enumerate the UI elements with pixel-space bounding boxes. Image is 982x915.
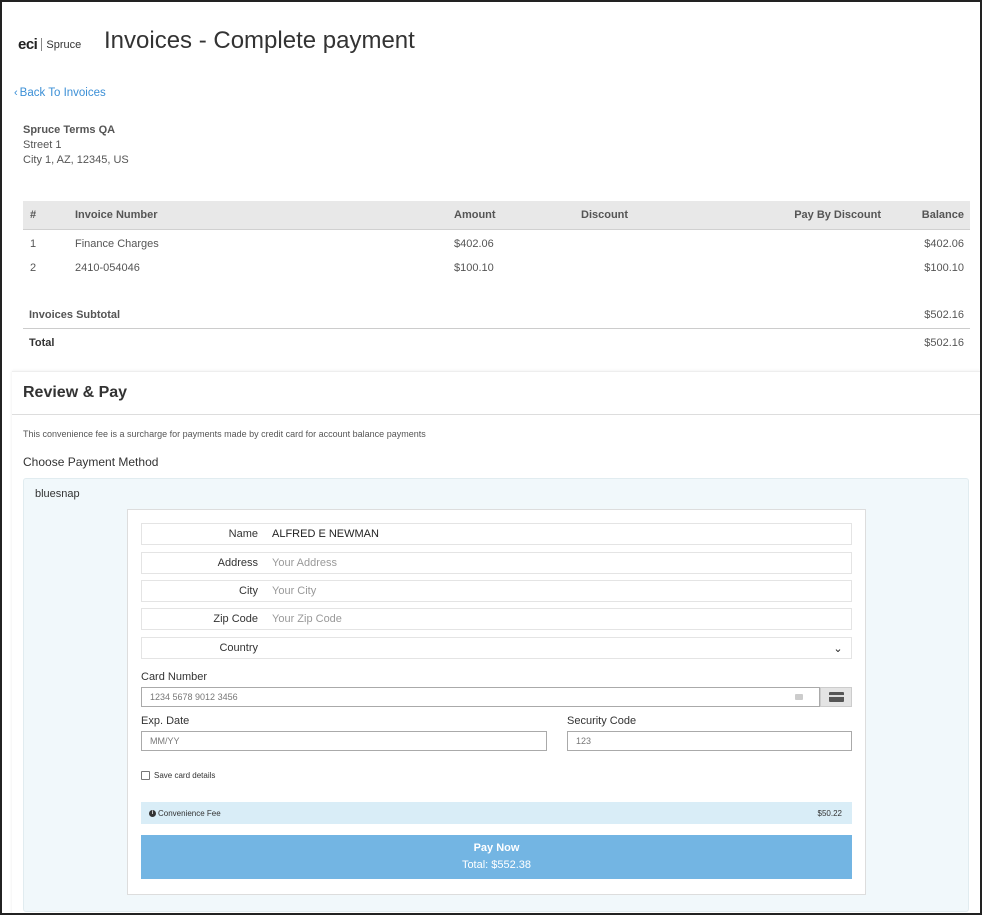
name-label: Name [228, 528, 258, 540]
cell-invoice-number: Finance Charges [75, 238, 159, 251]
city-field[interactable]: City Your City [141, 580, 852, 602]
customer-address: Spruce Terms QA Street 1 City 1, AZ, 123… [23, 123, 129, 168]
city-label: City [239, 585, 258, 597]
exp-date-label: Exp. Date [141, 715, 190, 727]
cell-balance: $100.10 [924, 262, 964, 274]
totals-section: Invoices Subtotal $502.16 Total $502.16 [23, 302, 970, 356]
invoice-table: # Invoice Number Amount Discount Pay By … [23, 201, 970, 281]
address-input[interactable]: Your Address [272, 557, 851, 569]
col-header-discount: Discount [581, 201, 761, 230]
cell-discount [581, 229, 761, 255]
zip-code-input[interactable]: Your Zip Code [272, 613, 851, 625]
convenience-fee-bar: i Convenience Fee $50.22 [141, 802, 852, 824]
convenience-fee-note: This convenience fee is a surcharge for … [23, 429, 426, 439]
credit-card-icon [828, 692, 844, 702]
choose-payment-method-label: Choose Payment Method [23, 455, 159, 469]
customer-street: Street 1 [23, 139, 62, 151]
cell-discount [581, 255, 761, 281]
zip-code-label: Zip Code [213, 613, 258, 625]
address-label: Address [217, 557, 258, 569]
table-header-row: # Invoice Number Amount Discount Pay By … [23, 201, 970, 230]
cell-invoice-number: 2410-054046 [75, 262, 140, 274]
security-code-placeholder: 123 [576, 736, 592, 746]
payment-method-bluesnap: bluesnap Name ALFRED E NEWMAN Address Yo… [23, 478, 969, 912]
total-value: $502.16 [924, 336, 964, 349]
logo-divider [41, 38, 43, 51]
chevron-down-icon[interactable]: ⌄ [831, 642, 845, 655]
cell-number: 2 [30, 262, 37, 274]
name-field[interactable]: Name ALFRED E NEWMAN [141, 523, 852, 545]
security-code-input[interactable]: 123 [567, 731, 852, 751]
card-number-input[interactable]: 1234 5678 9012 3456 [141, 687, 820, 707]
save-card-checkbox[interactable]: Save card details [141, 771, 215, 780]
security-code-label: Security Code [567, 715, 637, 727]
card-number-label: Card Number [141, 671, 208, 683]
checkbox-icon[interactable] [141, 771, 150, 780]
pay-now-label: Pay Now [473, 842, 520, 854]
table-row: 1 Finance Charges $402.06 $402.06 [23, 229, 970, 255]
cell-balance: $402.06 [924, 238, 964, 251]
country-label: Country [219, 642, 258, 654]
save-card-label: Save card details [154, 771, 216, 780]
exp-date-placeholder: MM/YY [150, 736, 180, 746]
divider [12, 414, 980, 415]
address-field[interactable]: Address Your Address [141, 552, 852, 574]
customer-name: Spruce Terms QA [23, 124, 116, 136]
convenience-fee-label: Convenience Fee [158, 808, 221, 818]
total-row: Total $502.16 [23, 329, 970, 356]
back-link-label: Back To Invoices [19, 87, 106, 99]
col-header-pay-by-discount: Pay By Discount [761, 201, 881, 230]
review-pay-panel: Review & Pay This convenience fee is a s… [12, 371, 980, 913]
cell-amount: $402.06 [454, 238, 494, 251]
col-header-balance: Balance [881, 201, 970, 230]
card-icon-button[interactable] [820, 687, 852, 707]
eci-spruce-logo: eci Spruce [18, 36, 81, 53]
cell-pay-by-discount [761, 229, 881, 255]
pay-now-total: Total: $552.38 [461, 859, 532, 871]
convenience-fee-value: $50.22 [817, 808, 842, 818]
subtotal-row: Invoices Subtotal $502.16 [23, 302, 970, 329]
card-type-icon [795, 694, 803, 700]
pay-now-button[interactable]: Pay Now Total: $552.38 [141, 835, 852, 879]
subtotal-value: $502.16 [924, 309, 964, 321]
info-icon: i [149, 809, 156, 817]
total-label: Total [29, 336, 55, 349]
page-title: Invoices - Complete payment [104, 27, 415, 54]
zip-code-field[interactable]: Zip Code Your Zip Code [141, 608, 852, 630]
col-header-amount: Amount [454, 201, 581, 230]
payment-method-name: bluesnap [35, 488, 80, 500]
chevron-left-icon: ‹ [14, 87, 18, 99]
country-select[interactable]: Country ⌄ [141, 637, 852, 659]
col-header-invoice-number: Invoice Number [75, 201, 454, 230]
app-window: eci Spruce Invoices - Complete payment ‹… [0, 0, 982, 915]
name-value[interactable]: ALFRED E NEWMAN [272, 528, 851, 540]
cell-number: 1 [30, 238, 37, 251]
back-to-invoices-link[interactable]: ‹ Back To Invoices [14, 87, 106, 99]
cell-pay-by-discount [761, 255, 881, 281]
payment-form: Name ALFRED E NEWMAN Address Your Addres… [127, 509, 866, 895]
table-row: 2 2410-054046 $100.10 $100.10 [23, 255, 970, 281]
cell-amount: $100.10 [454, 262, 494, 274]
review-pay-title: Review & Pay [23, 384, 128, 401]
logo-eci-text: eci [18, 36, 38, 53]
col-header-number: # [23, 201, 75, 230]
subtotal-label: Invoices Subtotal [29, 309, 121, 321]
customer-city-line: City 1, AZ, 12345, US [23, 154, 129, 166]
card-number-placeholder: 1234 5678 9012 3456 [150, 692, 238, 702]
exp-date-input[interactable]: MM/YY [141, 731, 547, 751]
logo-spruce-text: Spruce [46, 38, 82, 51]
city-input[interactable]: Your City [272, 585, 851, 597]
